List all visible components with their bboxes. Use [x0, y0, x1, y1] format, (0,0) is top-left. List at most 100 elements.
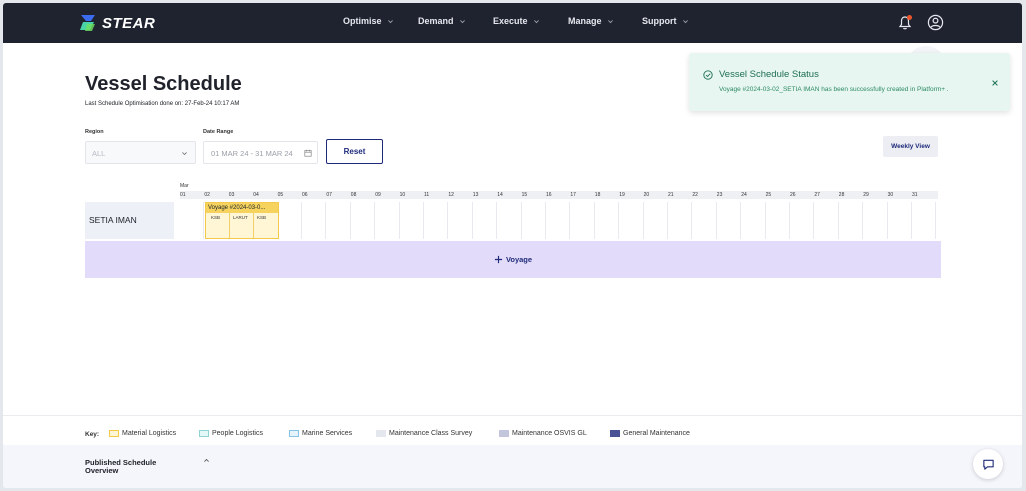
- day-cell[interactable]: [400, 202, 424, 239]
- day-cell[interactable]: [839, 202, 864, 239]
- chevron-down-icon: [459, 19, 465, 23]
- notification-badge: [907, 15, 912, 20]
- day-cell[interactable]: [717, 202, 742, 239]
- legend-swatch: [199, 430, 209, 437]
- chevron-down-icon: [682, 19, 688, 23]
- chevron-up-icon[interactable]: [203, 457, 210, 464]
- day-cell[interactable]: [448, 202, 473, 239]
- day-label: 11: [424, 192, 430, 198]
- legend-swatch: [499, 430, 509, 437]
- nav-demand[interactable]: Demand: [418, 16, 466, 26]
- day-cell[interactable]: [278, 202, 302, 239]
- day-label: 08: [350, 192, 357, 198]
- day-label: 09: [375, 192, 381, 198]
- day-label: 18: [594, 192, 601, 198]
- reset-button[interactable]: Reset: [326, 139, 383, 164]
- day-label: 19: [619, 192, 625, 198]
- chevron-down-icon: [182, 152, 187, 156]
- user-account-icon[interactable]: [927, 14, 944, 31]
- legend-label: Marine Services: [302, 430, 353, 437]
- day-cell[interactable]: [522, 202, 546, 239]
- day-label: 27: [814, 192, 820, 198]
- day-label: 29: [863, 192, 869, 198]
- vessel-row-label[interactable]: SETIA IMAN: [85, 202, 174, 239]
- voyage-block[interactable]: Voyage #2024-03-0... KSB LARUT KSB: [205, 202, 279, 239]
- nav-demand-label: Demand: [418, 16, 454, 26]
- day-label: 04: [253, 192, 259, 198]
- day-label: 17: [570, 192, 576, 198]
- day-label: 05: [277, 192, 284, 198]
- check-circle-icon: [703, 70, 713, 80]
- day-cell[interactable]: [497, 202, 522, 239]
- plus-icon: [494, 255, 503, 264]
- top-navbar: STEAR Optimise Demand Execute Manage Sup…: [3, 3, 1022, 43]
- legend-label: Material Logistics: [122, 430, 177, 437]
- chevron-down-icon: [607, 19, 613, 23]
- day-cell[interactable]: [375, 202, 400, 239]
- day-cell[interactable]: [814, 202, 839, 239]
- day-cell[interactable]: [766, 202, 790, 239]
- day-cell[interactable]: [888, 202, 912, 239]
- day-cell[interactable]: [351, 202, 376, 239]
- day-label: 22: [692, 192, 698, 198]
- day-cell[interactable]: [619, 202, 644, 239]
- day-label: 16: [546, 192, 552, 198]
- legend-swatch: [289, 430, 299, 437]
- day-cell[interactable]: [668, 202, 693, 239]
- day-label: 02: [204, 192, 210, 198]
- legend-swatch: [109, 430, 119, 437]
- add-voyage-button[interactable]: Voyage: [85, 241, 941, 278]
- nav-manage-label: Manage: [568, 16, 602, 26]
- day-cell[interactable]: [692, 202, 717, 239]
- app-frame: STEAR Optimise Demand Execute Manage Sup…: [3, 3, 1022, 488]
- day-cell[interactable]: [741, 202, 766, 239]
- page-title: Vessel Schedule: [85, 73, 242, 95]
- brand-logo[interactable]: STEAR: [78, 12, 155, 34]
- vessel-timeline-grid[interactable]: [180, 202, 941, 239]
- nav-manage[interactable]: Manage: [568, 16, 614, 26]
- date-range-value: 01 MAR 24 - 31 MAR 24: [211, 149, 293, 158]
- day-cell[interactable]: [424, 202, 449, 239]
- last-optimisation-text: Last Schedule Optimisation done on: 27-F…: [85, 101, 240, 107]
- chevron-down-icon: [533, 19, 539, 23]
- toast-message: Voyage #2024-03-02_SETIA IMAN has been s…: [719, 86, 949, 93]
- nav-execute[interactable]: Execute: [493, 16, 540, 26]
- day-cell[interactable]: [912, 202, 937, 239]
- day-label: 31: [912, 192, 918, 198]
- day-cell[interactable]: [473, 202, 498, 239]
- day-label: 01: [180, 192, 186, 198]
- day-cell[interactable]: [863, 202, 888, 239]
- voyage-port: KSB: [211, 215, 221, 220]
- nav-optimise-label: Optimise: [343, 16, 382, 26]
- voyage-divider: [229, 213, 230, 238]
- day-cell[interactable]: [790, 202, 815, 239]
- voyage-title: Voyage #2024-03-0...: [206, 203, 278, 213]
- voyage-divider: [253, 213, 254, 238]
- day-cell[interactable]: [546, 202, 571, 239]
- nav-execute-label: Execute: [493, 16, 528, 26]
- stear-logo-icon: [80, 15, 95, 31]
- nav-support[interactable]: Support: [642, 16, 689, 26]
- day-label: 03: [228, 192, 235, 198]
- region-select[interactable]: ALL: [85, 141, 196, 164]
- region-label: Region: [85, 129, 104, 135]
- date-range-input[interactable]: 01 MAR 24 - 31 MAR 24: [203, 141, 318, 164]
- day-label: 14: [497, 192, 503, 198]
- day-cell[interactable]: [570, 202, 595, 239]
- day-cell[interactable]: [180, 202, 205, 239]
- chat-icon: [982, 459, 994, 470]
- day-cell[interactable]: [644, 202, 668, 239]
- day-cell[interactable]: [326, 202, 351, 239]
- close-icon[interactable]: [991, 79, 999, 87]
- nav-optimise[interactable]: Optimise: [343, 16, 394, 26]
- published-schedule-title[interactable]: Published Schedule Overview: [85, 459, 185, 475]
- weekly-view-button[interactable]: Weekly View: [883, 136, 938, 157]
- day-cell[interactable]: [595, 202, 620, 239]
- chat-button[interactable]: [973, 449, 1003, 479]
- day-cell[interactable]: [302, 202, 327, 239]
- voyage-port: KSB: [257, 215, 267, 220]
- day-label: 15: [521, 192, 528, 198]
- day-label: 10: [399, 192, 406, 198]
- day-label: 13: [472, 192, 479, 198]
- legend-swatch: [376, 430, 386, 437]
